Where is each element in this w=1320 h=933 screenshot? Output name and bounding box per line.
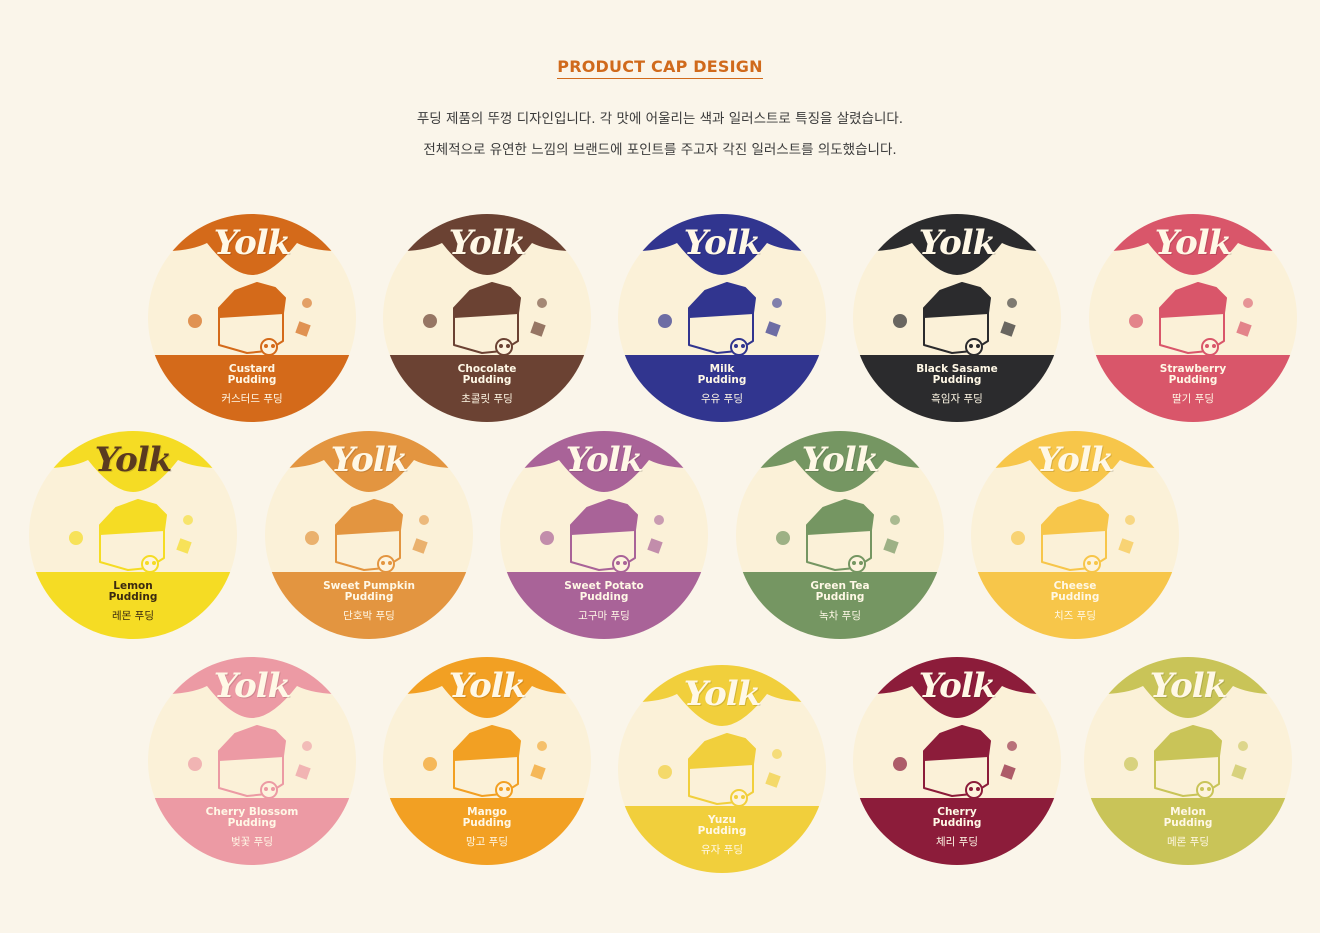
flavor-name-en: Custard Pudding (227, 363, 277, 386)
flavor-name-ko: 체리 푸딩 (936, 836, 978, 848)
brand-logo: Yolk (1036, 440, 1114, 480)
flavor-name-en: Black Sasame Pudding (916, 363, 998, 386)
flavor-name-en: Cherry Blossom Pudding (205, 806, 299, 829)
pudding-cap: Yolk Yuzu Pudding 유자 푸딩 (617, 664, 827, 874)
section-title: PRODUCT CAP DESIGN (0, 57, 1320, 79)
flavor-name-ko: 녹차 푸딩 (819, 610, 861, 622)
brand-logo: Yolk (94, 440, 172, 480)
section-title-text: PRODUCT CAP DESIGN (557, 57, 763, 79)
brand-logo: Yolk (801, 440, 879, 480)
flavor-name-ko: 단호박 푸딩 (343, 610, 395, 622)
pudding-cap: Yolk Milk Pudding 우유 푸딩 (617, 213, 827, 423)
brand-logo: Yolk (1149, 666, 1227, 706)
description-line-1: 푸딩 제품의 뚜껑 디자인입니다. 각 맛에 어울리는 색과 일러스트로 특징을… (416, 111, 904, 127)
brand-logo: Yolk (918, 223, 996, 263)
flavor-name-en: Sweet Pumpkin Pudding (323, 580, 415, 603)
flavor-name-ko: 초콜릿 푸딩 (461, 393, 513, 405)
flavor-name-ko: 고구마 푸딩 (578, 610, 630, 622)
flavor-name-en: Melon Pudding (1163, 806, 1213, 829)
pudding-cap: Yolk Cherry Blossom Pudding 벚꽃 푸딩 (147, 656, 357, 866)
flavor-name-ko: 유자 푸딩 (701, 844, 743, 856)
brand-logo: Yolk (213, 223, 291, 263)
flavor-name-en: Yuzu Pudding (697, 814, 747, 837)
flavor-name-ko: 커스터드 푸딩 (221, 393, 283, 405)
pudding-cap: Yolk Black Sasame Pudding 흑임자 푸딩 (852, 213, 1062, 423)
pudding-cap: Yolk Sweet Pumpkin Pudding 단호박 푸딩 (264, 430, 474, 640)
pudding-cap: Yolk Custard Pudding 커스터드 푸딩 (147, 213, 357, 423)
flavor-name-en: Strawberry Pudding (1159, 363, 1227, 386)
brand-logo: Yolk (683, 223, 761, 263)
brand-logo: Yolk (448, 666, 526, 706)
flavor-name-en: Sweet Potato Pudding (564, 580, 644, 603)
flavor-name-ko: 흑임자 푸딩 (931, 393, 983, 405)
pudding-cap: Yolk Chocolate Pudding 초콜릿 푸딩 (382, 213, 592, 423)
flavor-name-ko: 망고 푸딩 (466, 836, 508, 848)
pudding-cap: Yolk Cherry Pudding 체리 푸딩 (852, 656, 1062, 866)
flavor-name-ko: 딸기 푸딩 (1172, 393, 1214, 405)
flavor-name-ko: 벚꽃 푸딩 (231, 836, 273, 848)
brand-logo: Yolk (448, 223, 526, 263)
flavor-name-ko: 메론 푸딩 (1167, 836, 1209, 848)
pudding-cap: Yolk Sweet Potato Pudding 고구마 푸딩 (499, 430, 709, 640)
pudding-cap: Yolk Lemon Pudding 레몬 푸딩 (28, 430, 238, 640)
flavor-name-ko: 치즈 푸딩 (1054, 610, 1096, 622)
flavor-name-en: Chocolate Pudding (457, 363, 517, 386)
brand-logo: Yolk (213, 666, 291, 706)
pudding-cap: Yolk Green Tea Pudding 녹차 푸딩 (735, 430, 945, 640)
pudding-cap: Yolk Mango Pudding 망고 푸딩 (382, 656, 592, 866)
brand-logo: Yolk (683, 674, 761, 714)
flavor-name-ko: 레몬 푸딩 (112, 610, 154, 622)
brand-logo: Yolk (918, 666, 996, 706)
flavor-name-ko: 우유 푸딩 (701, 393, 743, 405)
flavor-name-en: Cherry Pudding (932, 806, 982, 829)
flavor-name-en: Green Tea Pudding (810, 580, 870, 603)
flavor-name-en: Milk Pudding (697, 363, 747, 386)
brand-logo: Yolk (565, 440, 643, 480)
brand-logo: Yolk (330, 440, 408, 480)
brand-logo: Yolk (1154, 223, 1232, 263)
flavor-name-en: Cheese Pudding (1050, 580, 1100, 603)
pudding-cap: Yolk Melon Pudding 메론 푸딩 (1083, 656, 1293, 866)
pudding-cap: Yolk Cheese Pudding 치즈 푸딩 (970, 430, 1180, 640)
pudding-cap: Yolk Strawberry Pudding 딸기 푸딩 (1088, 213, 1298, 423)
flavor-name-en: Lemon Pudding (108, 580, 158, 603)
description-line-2: 전체적으로 유연한 느낌의 브랜드에 포인트를 주고자 각진 일러스트를 의도했… (423, 142, 897, 158)
flavor-name-en: Mango Pudding (462, 806, 512, 829)
